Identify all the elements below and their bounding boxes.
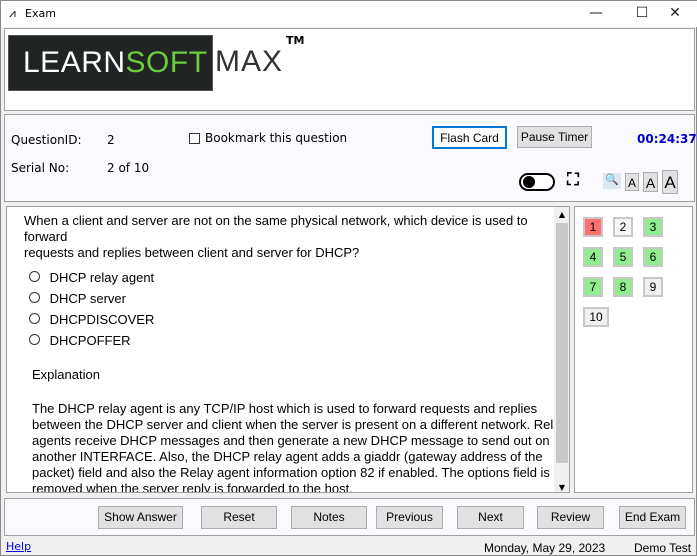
info-panel: QuestionID: 2 Serial No: 2 of 10 Bookmar… <box>4 114 697 202</box>
question-nav-1[interactable]: 1 <box>583 217 603 237</box>
question-panel: When a client and server are not on the … <box>6 206 570 493</box>
question-id-label: QuestionID: <box>11 133 82 147</box>
show-answer-button[interactable]: Show Answer <box>98 506 183 529</box>
explanation-title: Explanation <box>32 367 100 382</box>
question-nav-3[interactable]: 3 <box>643 217 663 237</box>
reset-button[interactable]: Reset <box>201 506 277 529</box>
status-date: Monday, May 29, 2023 <box>484 541 606 555</box>
title-bar: ⩘ Exam — ☐ ✕ <box>1 1 697 27</box>
question-nav-10[interactable]: 10 <box>583 307 609 327</box>
logo: LEARNSOFT <box>8 35 213 91</box>
option[interactable]: DHCPOFFER <box>29 333 154 354</box>
question-navigator: 1 2 3 4 5 6 7 8 9 10 <box>574 206 693 493</box>
font-medium-button[interactable]: A <box>643 172 658 192</box>
option[interactable]: DHCP server <box>29 291 154 312</box>
app-icon: ⩘ <box>9 6 16 20</box>
status-mode: Demo Test <box>634 541 692 555</box>
question-nav-7[interactable]: 7 <box>583 277 603 297</box>
bookmark-label[interactable]: Bookmark this question <box>205 131 347 145</box>
radio-button[interactable] <box>29 334 40 345</box>
scrollbar[interactable]: ▲ ▼ <box>554 207 569 492</box>
minimize-button[interactable]: — <box>573 1 619 27</box>
scrollbar-thumb[interactable] <box>556 223 568 463</box>
help-link[interactable]: Help <box>6 540 31 553</box>
timer: 00:24:37 <box>637 132 697 146</box>
theme-toggle[interactable] <box>519 173 555 191</box>
question-nav-9[interactable]: 9 <box>643 277 663 297</box>
flash-card-button[interactable]: Flash Card <box>432 126 507 149</box>
trademark: TM <box>286 34 305 47</box>
question-id: 2 <box>107 133 115 147</box>
review-button[interactable]: Review <box>537 506 604 529</box>
logo-panel: LEARNSOFT MAX TM <box>4 28 695 111</box>
radio-button[interactable] <box>29 292 40 303</box>
zoom-icon[interactable]: 🔍 <box>603 173 621 189</box>
serial-label: Serial No: <box>11 161 70 175</box>
radio-button[interactable] <box>29 271 40 282</box>
question-nav-6[interactable]: 6 <box>643 247 663 267</box>
question-nav-5[interactable]: 5 <box>613 247 633 267</box>
close-button[interactable]: ✕ <box>652 1 697 27</box>
font-large-button[interactable]: A <box>662 170 678 194</box>
question-nav-8[interactable]: 8 <box>613 277 633 297</box>
option[interactable]: DHCPDISCOVER <box>29 312 154 333</box>
button-bar: Show Answer Reset Notes Previous Next Re… <box>4 498 695 536</box>
answer-options: DHCP relay agent DHCP server DHCPDISCOVE… <box>29 270 154 354</box>
bookmark-checkbox[interactable] <box>189 133 200 144</box>
serial-number: 2 of 10 <box>107 161 150 175</box>
question-nav-2[interactable]: 2 <box>613 217 633 237</box>
fullscreen-icon[interactable]: ⛶ <box>567 170 579 190</box>
window-title: Exam <box>25 7 56 20</box>
radio-button[interactable] <box>29 313 40 324</box>
pause-timer-button[interactable]: Pause Timer <box>517 126 592 148</box>
previous-button[interactable]: Previous <box>376 506 443 529</box>
question-text: When a client and server are not on the … <box>24 213 528 260</box>
question-nav-4[interactable]: 4 <box>583 247 603 267</box>
font-small-button[interactable]: A <box>625 173 639 191</box>
option[interactable]: DHCP relay agent <box>29 270 154 291</box>
next-button[interactable]: Next <box>457 506 524 529</box>
notes-button[interactable]: Notes <box>291 506 367 529</box>
end-exam-button[interactable]: End Exam <box>619 506 686 529</box>
logo-max: MAX <box>215 45 284 78</box>
explanation-text: The DHCP relay agent is any TCP/IP host … <box>32 401 567 493</box>
